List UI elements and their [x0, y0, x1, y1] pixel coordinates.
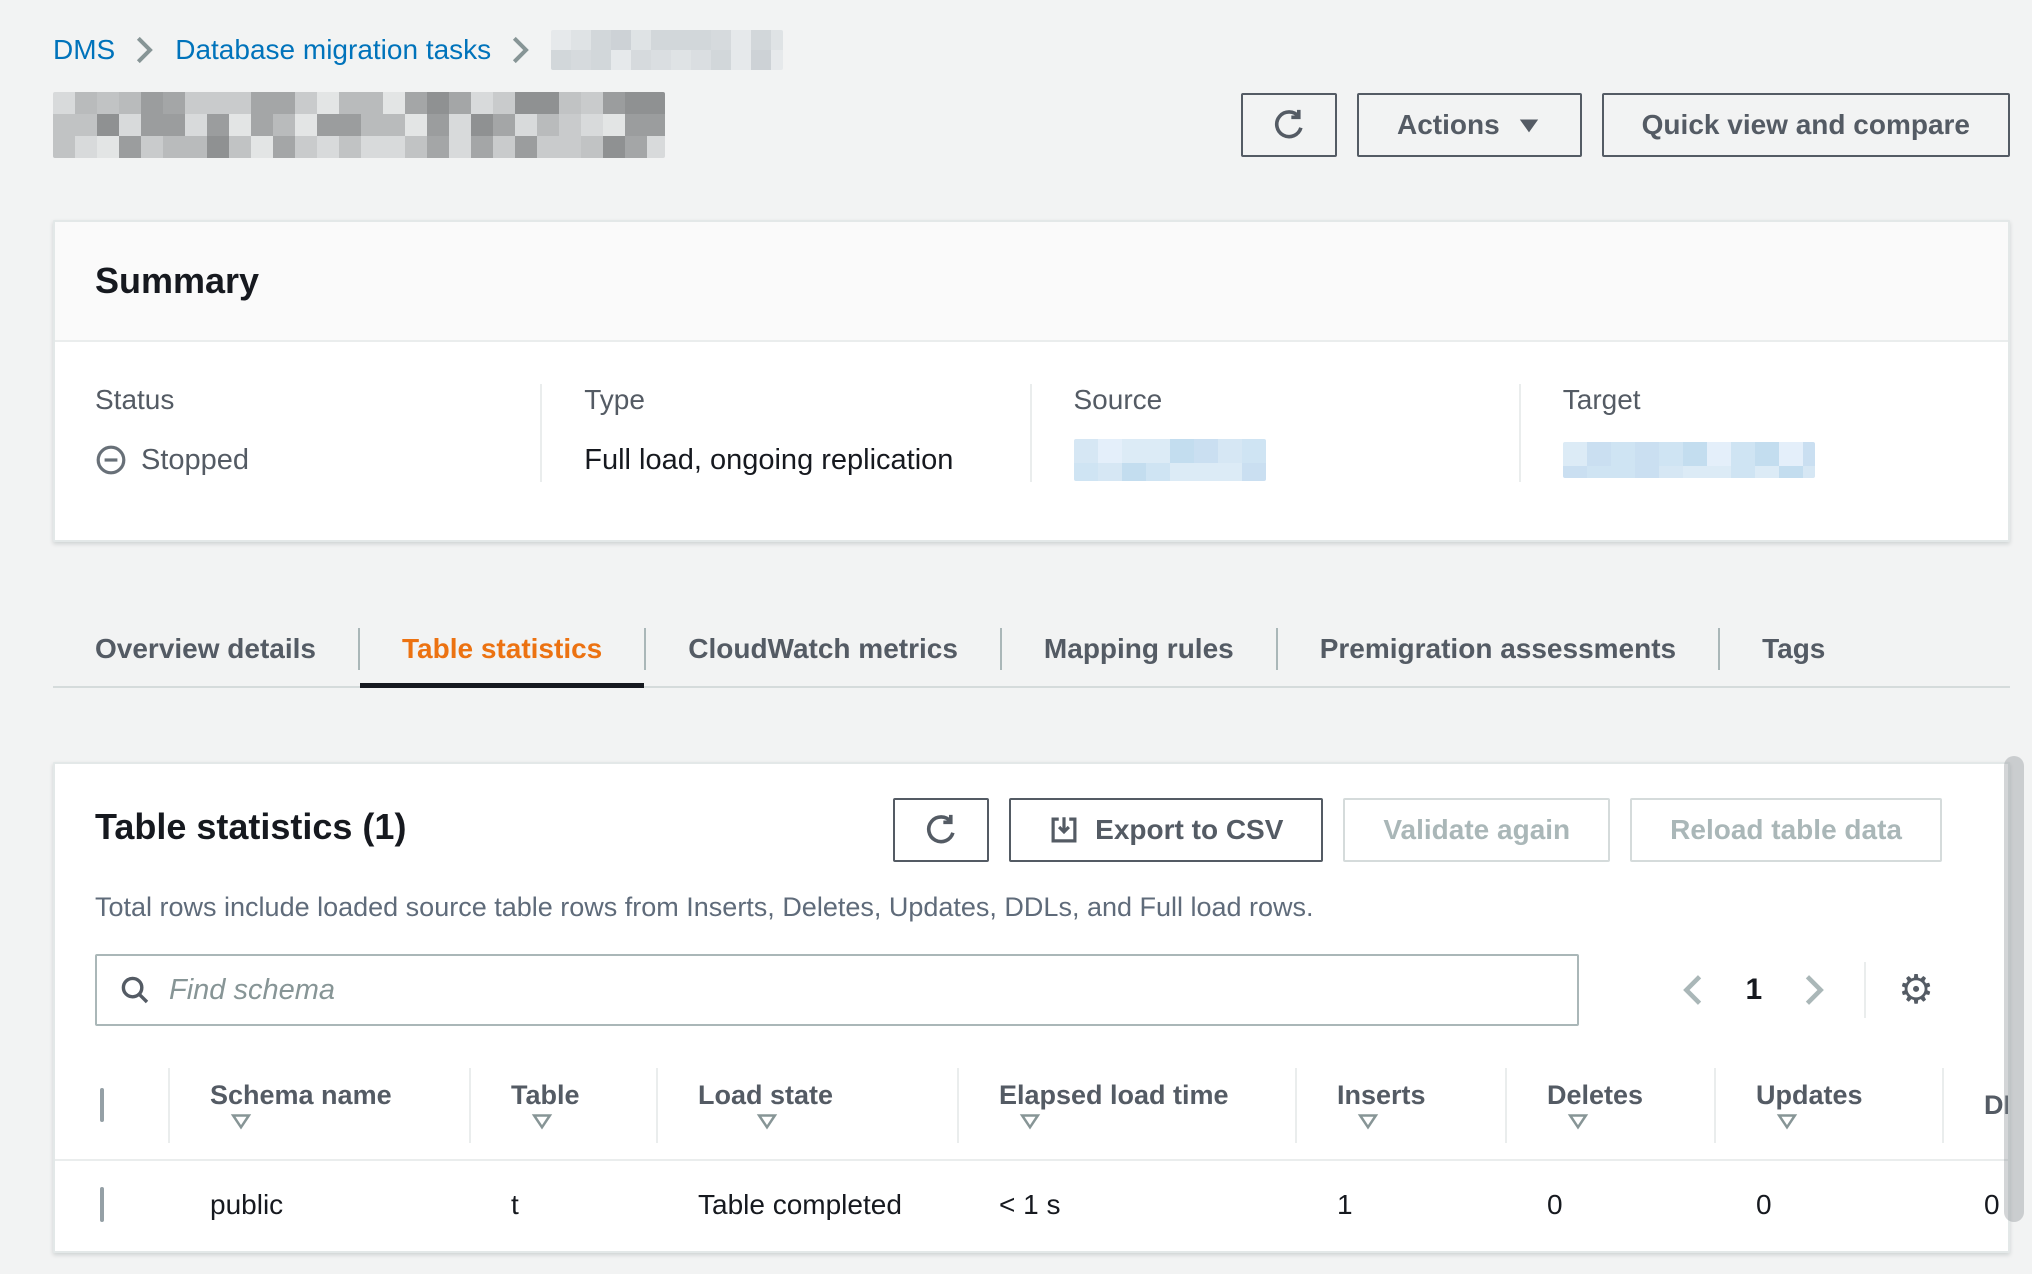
breadcrumb-dms-link[interactable]: DMS	[53, 34, 115, 66]
breadcrumb-task-name-redacted	[551, 30, 783, 70]
type-value: Full load, ongoing replication	[584, 438, 1029, 482]
sort-icon[interactable]	[1776, 1111, 1798, 1131]
table-header-row: Schema name Table Load state Elapsed loa…	[55, 1052, 2008, 1160]
page-header: Actions Quick view and compare	[53, 92, 2010, 158]
validate-again-button[interactable]: Validate again	[1343, 798, 1610, 862]
refresh-icon	[924, 813, 958, 847]
table-statistics-actions: Export to CSV Validate again Reload tabl…	[893, 798, 1942, 862]
source-label: Source	[1074, 384, 1519, 416]
sort-icon[interactable]	[1019, 1111, 1041, 1131]
summary-field-target: Target	[1519, 384, 2008, 482]
stopped-status-icon	[95, 444, 127, 476]
sort-icon[interactable]	[756, 1111, 778, 1131]
quick-view-compare-button[interactable]: Quick view and compare	[1602, 93, 2010, 157]
target-label: Target	[1563, 384, 2008, 416]
breadcrumb-chevron-icon	[135, 35, 155, 65]
task-name-redacted	[53, 92, 665, 158]
search-icon	[119, 974, 151, 1006]
status-value: Stopped	[141, 444, 249, 477]
cell-elapsed-load-time: < 1 s	[957, 1160, 1295, 1251]
cell-table: t	[469, 1160, 656, 1251]
sort-icon[interactable]	[230, 1111, 252, 1131]
tab-overview-details[interactable]: Overview details	[53, 612, 358, 686]
task-detail-tabs: Overview details Table statistics CloudW…	[53, 612, 2010, 688]
refresh-icon	[1272, 108, 1306, 142]
page-actions: Actions Quick view and compare	[1241, 93, 2010, 157]
column-header-schema-name: Schema name	[168, 1052, 469, 1160]
summary-card: Summary Status Stopped Type Full load, o…	[53, 220, 2010, 542]
actions-label: Actions	[1397, 109, 1500, 141]
validate-label: Validate again	[1383, 814, 1570, 846]
cell-ddls: 0	[1942, 1160, 2008, 1251]
table-statistics-table: Schema name Table Load state Elapsed loa…	[55, 1052, 2008, 1251]
select-all-checkbox[interactable]	[100, 1088, 104, 1122]
summary-field-status: Status Stopped	[55, 384, 540, 482]
actions-dropdown-button[interactable]: Actions	[1357, 93, 1582, 157]
summary-title: Summary	[95, 260, 1968, 302]
table-row: public t Table completed < 1 s 1 0 0 0	[55, 1160, 2008, 1251]
breadcrumb-chevron-icon	[511, 35, 531, 65]
source-value-redacted[interactable]	[1074, 439, 1266, 481]
summary-body: Status Stopped Type Full load, ongoing r…	[55, 342, 2008, 540]
breadcrumb-tasks-link[interactable]: Database migration tasks	[175, 34, 491, 66]
column-header-elapsed-load-time: Elapsed load time	[957, 1052, 1295, 1160]
cell-schema-name: public	[168, 1160, 469, 1251]
gear-icon: ⚙	[1898, 967, 1934, 1013]
table-statistics-title: Table statistics (1)	[95, 798, 406, 848]
tab-premigration-assessments[interactable]: Premigration assessments	[1278, 612, 1718, 686]
summary-card-header: Summary	[55, 222, 2008, 342]
table-statistics-header: Table statistics (1)	[55, 798, 2008, 862]
column-header-ddls: DDLs	[1942, 1052, 2008, 1160]
quick-view-label: Quick view and compare	[1642, 109, 1970, 141]
table-scroll-area: Schema name Table Load state Elapsed loa…	[55, 1052, 2008, 1251]
refresh-button[interactable]	[1241, 93, 1337, 157]
cell-updates: 0	[1714, 1160, 1942, 1251]
column-header-inserts: Inserts	[1295, 1052, 1505, 1160]
sort-icon[interactable]	[1567, 1111, 1589, 1131]
current-page-number: 1	[1745, 973, 1762, 1007]
sort-icon[interactable]	[531, 1111, 553, 1131]
schema-search-box	[95, 954, 1579, 1026]
table-preferences-gear-button[interactable]: ⚙	[1892, 970, 1940, 1010]
page-scrollbar-thumb[interactable]	[2004, 756, 2024, 1222]
download-icon	[1049, 815, 1079, 845]
reload-table-data-button[interactable]: Reload table data	[1630, 798, 1942, 862]
reload-label: Reload table data	[1670, 814, 1902, 846]
column-header-load-state: Load state	[656, 1052, 957, 1160]
cell-inserts: 1	[1295, 1160, 1505, 1251]
tab-cloudwatch-metrics[interactable]: CloudWatch metrics	[646, 612, 1000, 686]
tab-tags[interactable]: Tags	[1720, 612, 1867, 686]
tab-table-statistics[interactable]: Table statistics	[360, 612, 644, 686]
status-label: Status	[95, 384, 540, 416]
row-checkbox[interactable]	[100, 1187, 104, 1222]
column-header-updates: Updates	[1714, 1052, 1942, 1160]
tab-mapping-rules[interactable]: Mapping rules	[1002, 612, 1276, 686]
summary-field-type: Type Full load, ongoing replication	[540, 384, 1029, 482]
breadcrumb: DMS Database migration tasks	[53, 0, 2010, 70]
type-label: Type	[584, 384, 1029, 416]
export-label: Export to CSV	[1095, 814, 1283, 846]
cell-load-state: Table completed	[656, 1160, 957, 1251]
export-to-csv-button[interactable]: Export to CSV	[1009, 798, 1323, 862]
column-header-table: Table	[469, 1052, 656, 1160]
pagination: 1 ⚙	[1673, 962, 1940, 1018]
table-statistics-description: Total rows include loaded source table r…	[95, 890, 1968, 924]
previous-page-button[interactable]	[1673, 967, 1711, 1013]
table-refresh-button[interactable]	[893, 798, 989, 862]
next-page-button[interactable]	[1796, 967, 1834, 1013]
cell-deletes: 0	[1505, 1160, 1714, 1251]
target-value-redacted[interactable]	[1563, 442, 1815, 478]
column-header-deletes: Deletes	[1505, 1052, 1714, 1160]
table-controls-row: 1 ⚙	[95, 954, 1968, 1026]
table-statistics-card: Table statistics (1)	[53, 762, 2010, 1253]
caret-down-icon	[1516, 114, 1542, 136]
pagination-separator	[1864, 962, 1866, 1018]
summary-field-source: Source	[1030, 384, 1519, 482]
sort-icon[interactable]	[1357, 1111, 1379, 1131]
find-schema-input[interactable]	[169, 974, 1555, 1007]
